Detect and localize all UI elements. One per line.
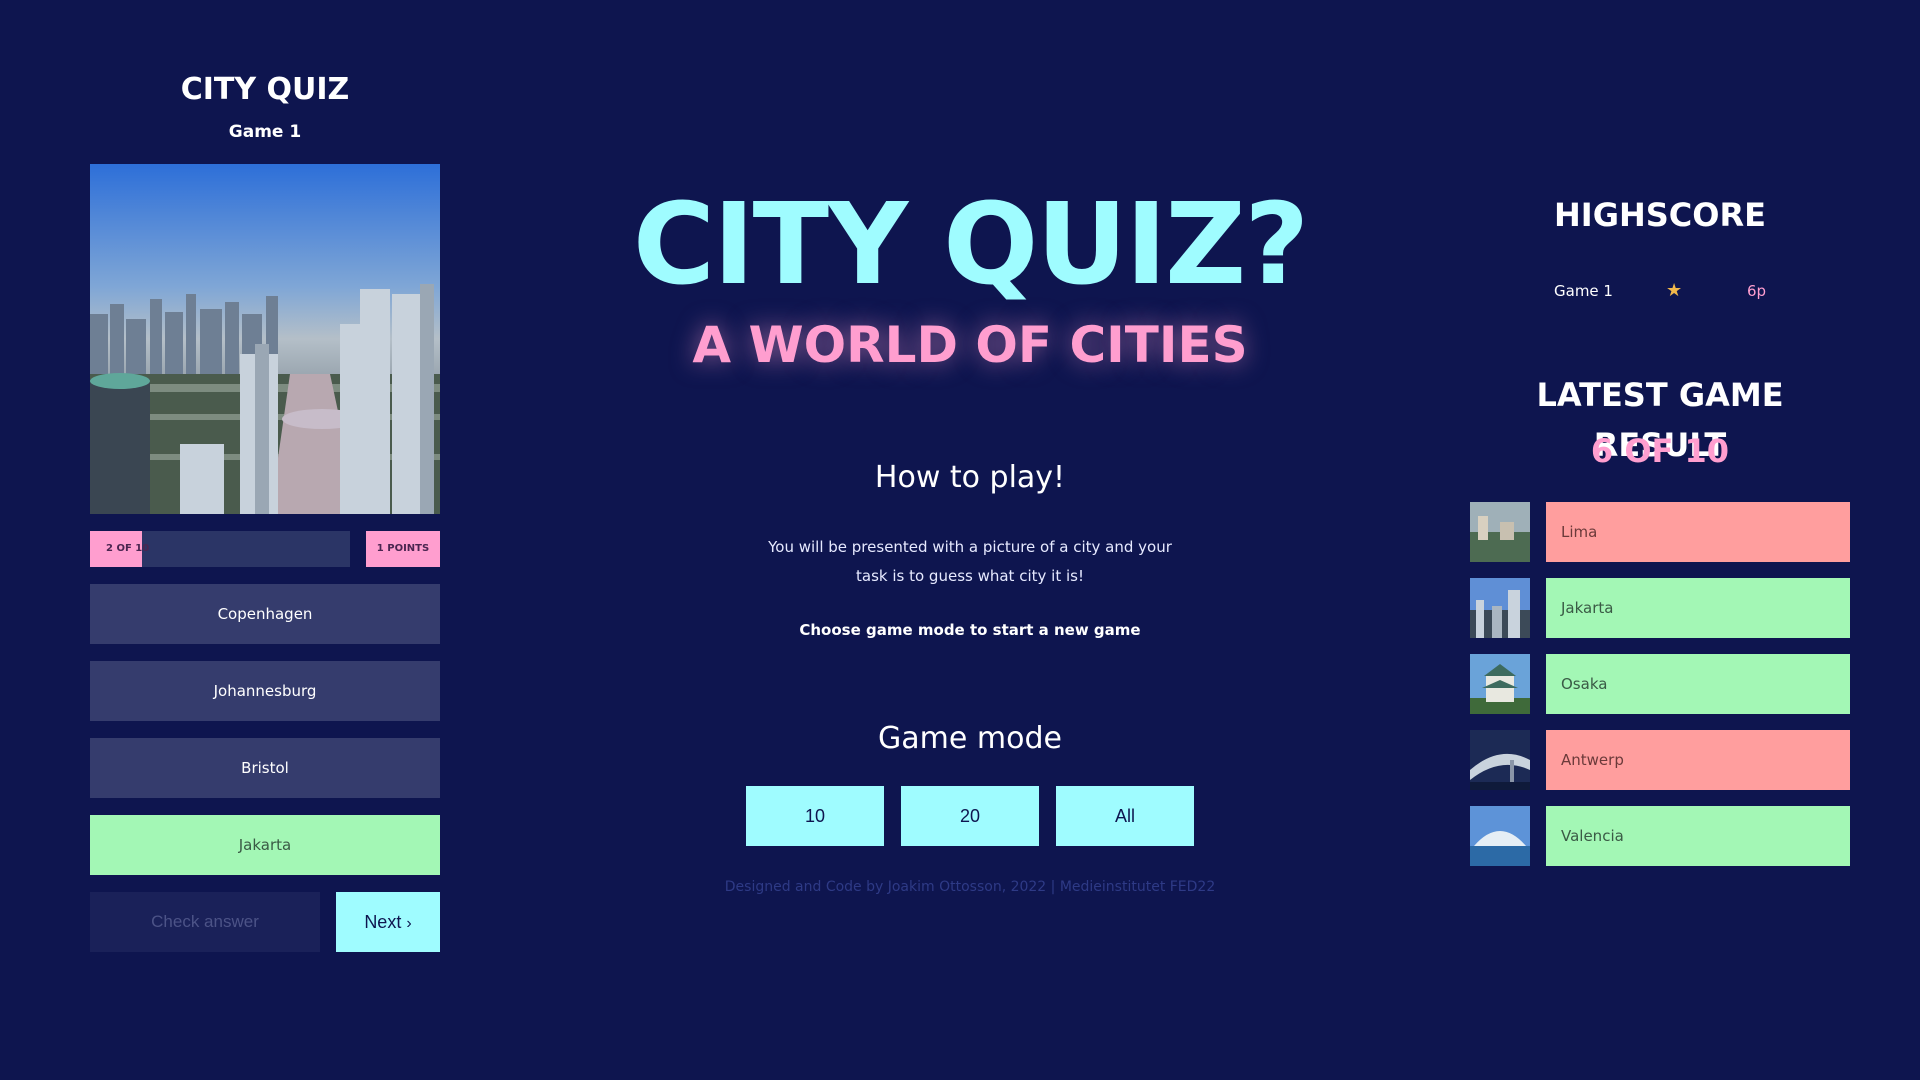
mode-20-button[interactable]: 20 [901, 786, 1039, 846]
progress-label: 2 OF 10 [106, 543, 150, 554]
city-thumbnail [1470, 654, 1530, 714]
intro-section: CITY QUIZ? A WORLD OF CITIES How to play… [620, 180, 1320, 895]
mode-all-button[interactable]: All [1056, 786, 1194, 846]
antwerp-thumbnail-icon [1470, 730, 1530, 790]
lima-thumbnail-icon [1470, 502, 1530, 562]
highscore-title: HIGHSCORE [1554, 196, 1766, 234]
how-to-title: How to play! [874, 460, 1066, 495]
answer-option-johannesburg[interactable]: Johannesburg [90, 661, 440, 721]
result-city-label: Lima [1546, 502, 1850, 562]
next-label: Next [364, 912, 402, 932]
highscore-row: Game 1 ★ 6p [1470, 276, 1850, 306]
result-city-label: Osaka [1546, 654, 1850, 714]
answer-option-jakarta[interactable]: Jakarta [90, 815, 440, 875]
hero-subtitle: A WORLD OF CITIES [692, 316, 1248, 374]
result-city-label: Valencia [1546, 806, 1850, 866]
latest-game-title: LATEST GAME RESULT [1536, 376, 1784, 464]
city-thumbnail [1470, 730, 1530, 790]
result-row: Valencia [1470, 806, 1850, 866]
valencia-thumbnail-icon [1470, 806, 1530, 866]
footer-credit: Designed and Code by Joakim Ottosson, 20… [724, 879, 1216, 895]
quiz-title: CITY QUIZ [180, 72, 350, 107]
city-thumbnail [1470, 502, 1530, 562]
osaka-thumbnail-icon [1470, 654, 1530, 714]
highscore-points: 6p [1747, 282, 1767, 300]
next-button[interactable]: Next › [336, 892, 440, 952]
check-answer-button[interactable]: Check answer [90, 892, 320, 952]
mode-10-button[interactable]: 10 [746, 786, 884, 846]
city-thumbnail [1470, 806, 1530, 866]
city-skyline-icon [90, 164, 440, 514]
result-row: Osaka [1470, 654, 1850, 714]
how-to-text: You will be presented with a picture of … [768, 538, 1172, 585]
hero-title: CITY QUIZ? [632, 180, 1309, 310]
jakarta-thumbnail-icon [1470, 578, 1530, 638]
highscore-game: Game 1 [1554, 282, 1613, 300]
latest-game-score: 6 OF 10 [1590, 432, 1730, 470]
result-city-label: Jakarta [1546, 578, 1850, 638]
result-row: Lima [1470, 502, 1850, 562]
quiz-panel: CITY QUIZ Game 1 2 OF 10 1 POINTS Copenh… [90, 60, 440, 952]
answer-option-bristol[interactable]: Bristol [90, 738, 440, 798]
result-city-label: Antwerp [1546, 730, 1850, 790]
quiz-actions: Check answer Next › [90, 892, 440, 952]
result-row: Antwerp [1470, 730, 1850, 790]
game-mode-buttons: 10 20 All [620, 786, 1320, 846]
city-image [90, 164, 440, 514]
how-to-instruction: Choose game mode to start a new game [799, 621, 1141, 639]
game-label: Game 1 [228, 122, 302, 142]
result-list: Lima Jakarta Osaka Antwerp Valencia [1470, 502, 1850, 866]
progress-row: 2 OF 10 1 POINTS [90, 531, 440, 567]
points-badge: 1 POINTS [366, 531, 440, 567]
answer-option-copenhagen[interactable]: Copenhagen [90, 584, 440, 644]
city-thumbnail [1470, 578, 1530, 638]
progress-bar: 2 OF 10 [90, 531, 350, 567]
game-mode-title: Game mode [878, 721, 1062, 756]
result-row: Jakarta [1470, 578, 1850, 638]
star-icon: ★ [1666, 280, 1683, 301]
scores-panel: HIGHSCORE Game 1 ★ 6p LATEST GAME RESULT… [1470, 190, 1850, 882]
chevron-right-icon: › [406, 915, 412, 932]
